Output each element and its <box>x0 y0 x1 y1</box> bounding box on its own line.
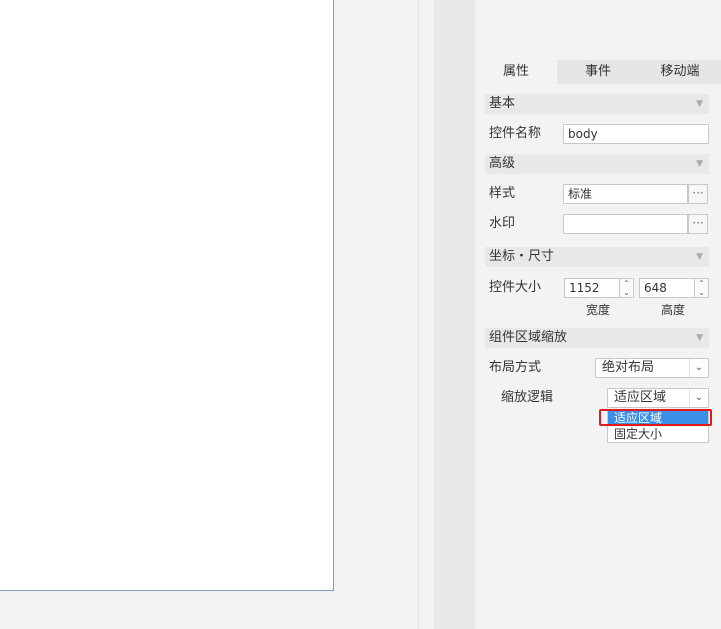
section-basic-title: 基本 <box>489 96 516 111</box>
height-caption: 高度 <box>660 303 685 317</box>
caret-down-icon: ▼ <box>696 333 703 343</box>
width-input[interactable]: 1152 <box>564 278 620 298</box>
properties-panel: 属性 事件 移动端 基本 ▼ 控件名称 body 高级 ▼ 样式 标准 ··· … <box>475 0 721 629</box>
caret-down-icon: ▼ <box>696 99 703 109</box>
section-coords[interactable]: 坐标・尺寸 ▼ <box>485 247 709 267</box>
highlight-box <box>599 409 712 426</box>
canvas-scroll-gutter <box>418 0 435 629</box>
section-scaling-title: 组件区域缩放 <box>489 330 568 345</box>
caret-down-icon: ▼ <box>696 159 703 169</box>
style-more-button[interactable]: ··· <box>688 184 708 204</box>
height-spin-arrows-icon[interactable]: ⌃ ⌄ <box>695 278 709 298</box>
scaling-logic-select[interactable]: 适应区域 ⌄ <box>607 388 709 408</box>
tab-events[interactable]: 事件 <box>557 60 639 84</box>
style-label: 样式 <box>489 186 516 201</box>
watermark-label: 水印 <box>489 216 516 231</box>
width-spin-arrows-icon[interactable]: ⌃ ⌄ <box>620 278 634 298</box>
scaling-logic-value: 适应区域 <box>614 390 667 405</box>
height-input[interactable]: 648 <box>639 278 695 298</box>
panel-tabs: 属性 事件 移动端 <box>475 60 721 84</box>
widget-name-input[interactable]: body <box>563 124 709 144</box>
design-canvas <box>0 0 418 629</box>
section-advanced[interactable]: 高级 ▼ <box>485 154 709 174</box>
layout-mode-value: 绝对布局 <box>602 360 655 375</box>
tab-properties[interactable]: 属性 <box>475 60 557 84</box>
chevron-down-icon: ⌄ <box>689 359 708 377</box>
watermark-more-button[interactable]: ··· <box>688 214 708 234</box>
watermark-input[interactable] <box>563 214 688 234</box>
widget-name-label: 控件名称 <box>489 126 542 141</box>
section-basic[interactable]: 基本 ▼ <box>485 94 709 114</box>
width-caption: 宽度 <box>585 303 610 317</box>
section-coords-title: 坐标・尺寸 <box>489 249 555 264</box>
style-input[interactable]: 标准 <box>563 184 688 204</box>
option-fixed-size[interactable]: 固定大小 <box>608 426 708 442</box>
layout-mode-label: 布局方式 <box>489 360 542 375</box>
design-page[interactable] <box>0 0 334 591</box>
widget-size-label: 控件大小 <box>489 280 542 295</box>
layout-mode-select[interactable]: 绝对布局 ⌄ <box>595 358 709 378</box>
section-scaling[interactable]: 组件区域缩放 ▼ <box>485 328 709 348</box>
panel-side-strip <box>434 0 475 629</box>
tab-mobile[interactable]: 移动端 <box>639 60 721 84</box>
chevron-down-icon: ⌄ <box>689 389 708 407</box>
caret-down-icon: ▼ <box>696 252 703 262</box>
scaling-logic-label: 缩放逻辑 <box>501 390 554 405</box>
section-advanced-title: 高级 <box>489 156 516 171</box>
